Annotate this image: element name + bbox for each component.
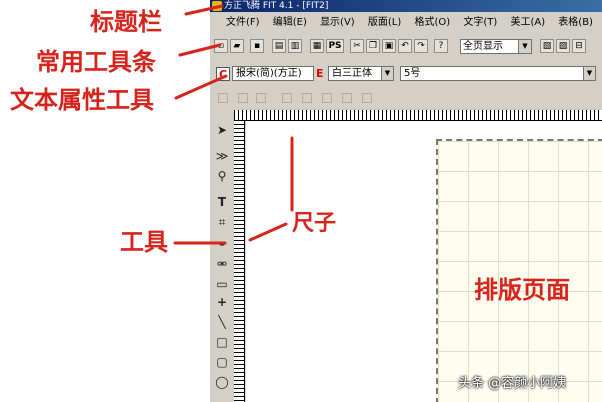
ruler-annotation: 尺子	[292, 211, 337, 236]
chevron-down-icon[interactable]: ▼	[583, 67, 595, 80]
cut-icon[interactable]: ✂	[350, 39, 364, 53]
ps-button[interactable]: PS	[326, 39, 344, 53]
horizontal-ruler[interactable]	[234, 110, 602, 121]
western-font-value: 白三正体	[332, 68, 372, 79]
help-icon[interactable]: ?	[434, 39, 448, 53]
align-right-icon[interactable]	[256, 93, 266, 103]
select-arrow-icon[interactable]: ➤	[214, 122, 230, 138]
app-icon	[212, 1, 222, 11]
line-tool-icon[interactable]: ╲	[214, 314, 230, 330]
chinese-font-indicator: C	[216, 67, 230, 81]
menu-view[interactable]: 显示(V)	[315, 14, 360, 32]
menu-edit[interactable]: 编辑(E)	[268, 14, 312, 32]
menu-layout[interactable]: 版面(L)	[363, 14, 406, 32]
menu-format[interactable]: 格式(O)	[409, 14, 455, 32]
print-icon[interactable]: ▦	[310, 39, 324, 53]
layout-icon[interactable]: ▧	[540, 39, 554, 53]
undo-icon[interactable]: ↶	[398, 39, 412, 53]
chevron-down-icon[interactable]: ▼	[518, 40, 531, 53]
column-icon[interactable]	[362, 93, 372, 103]
vertical-ruler[interactable]	[234, 120, 245, 402]
watermark: 头条 @容颜小阿姨	[458, 376, 567, 391]
outdent-icon[interactable]	[322, 93, 332, 103]
import-icon[interactable]: ▥	[288, 39, 302, 53]
new-file-icon[interactable]: ▫	[214, 39, 228, 53]
unlink-icon[interactable]: ⚮	[214, 256, 230, 272]
font-size-select[interactable]: 5号 ▼	[400, 66, 596, 81]
title-bar-annotation: 标题栏	[90, 8, 162, 36]
align-center-icon[interactable]	[238, 93, 248, 103]
standard-toolbar: ▫ ▰ ▪ ▤ ▥ ▦ PS ✂ ❐ ▣ ↶ ↷ ? 全页显示 ▼ ▧ ▨ ⊟	[210, 35, 602, 59]
ruler-icon[interactable]: ⊟	[572, 39, 586, 53]
align-left-icon[interactable]	[218, 93, 228, 103]
text-property-annotation: 文本属性工具	[10, 86, 154, 114]
save-icon[interactable]: ▪	[250, 39, 264, 53]
rotate-icon[interactable]: ≫	[214, 148, 230, 164]
menu-text[interactable]: 文字(T)	[458, 14, 502, 32]
crop-icon[interactable]: ⌗	[214, 214, 230, 230]
zoom-icon[interactable]: ⚲	[214, 168, 230, 184]
western-font-select[interactable]: 白三正体 ▼	[328, 66, 394, 81]
link-icon[interactable]: ⚭	[214, 236, 230, 252]
text-tool-icon[interactable]: T	[214, 194, 230, 210]
color-icon[interactable]: ▨	[556, 39, 570, 53]
chinese-font-value: 报宋(简)(方正)	[236, 68, 302, 79]
open-file-icon[interactable]: ▰	[230, 39, 244, 53]
zoom-select[interactable]: 全页显示 ▼	[460, 39, 532, 54]
font-size-value: 5号	[404, 68, 421, 79]
paragraph-toolbar	[210, 88, 602, 108]
zoom-value: 全页显示	[463, 41, 503, 52]
print-preview-icon[interactable]: ▤	[272, 39, 286, 53]
toolbox: ➤ ≫ ⚲ T ⌗ ⚭ ⚮ ▭ + ╲ □ ▢ ◯	[212, 118, 232, 402]
window-title: 方正飞腾 FIT 4.1 - [FIT2]	[224, 1, 329, 11]
chinese-font-select[interactable]: 报宋(简)(方正)	[232, 66, 314, 81]
rounded-rectangle-icon[interactable]: ▢	[214, 354, 230, 370]
layout-page-annotation: 排版页面	[474, 276, 570, 304]
spacing-icon[interactable]	[342, 93, 352, 103]
toolbox-annotation: 工具	[120, 228, 168, 256]
indent-icon[interactable]	[302, 93, 312, 103]
menu-table[interactable]: 表格(B)	[553, 14, 598, 32]
redo-icon[interactable]: ↷	[414, 39, 428, 53]
plus-tool-icon[interactable]: +	[214, 294, 230, 310]
menu-art[interactable]: 美工(A)	[505, 14, 550, 32]
menu-bar: 文件(F) 编辑(E) 显示(V) 版面(L) 格式(O) 文字(T) 美工(A…	[210, 14, 602, 32]
rectangle-tool-icon[interactable]: □	[214, 334, 230, 350]
western-font-indicator: E	[316, 67, 324, 80]
title-bar: 方正飞腾 FIT 4.1 - [FIT2]	[210, 0, 602, 12]
application-window: 方正飞腾 FIT 4.1 - [FIT2] 文件(F) 编辑(E) 显示(V) …	[210, 0, 602, 402]
justify-icon[interactable]	[282, 93, 292, 103]
standard-toolbar-annotation: 常用工具条	[36, 48, 156, 76]
chevron-down-icon[interactable]: ▼	[381, 67, 393, 80]
ellipse-tool-icon[interactable]: ◯	[214, 374, 230, 390]
paste-icon[interactable]: ▣	[382, 39, 396, 53]
copy-icon[interactable]: ❐	[366, 39, 380, 53]
menu-file[interactable]: 文件(F)	[210, 14, 265, 32]
image-frame-icon[interactable]: ▭	[214, 276, 230, 292]
text-property-toolbar: C 报宋(简)(方正) E 白三正体 ▼ 5号 ▼	[210, 62, 602, 86]
workspace[interactable]	[246, 121, 602, 402]
